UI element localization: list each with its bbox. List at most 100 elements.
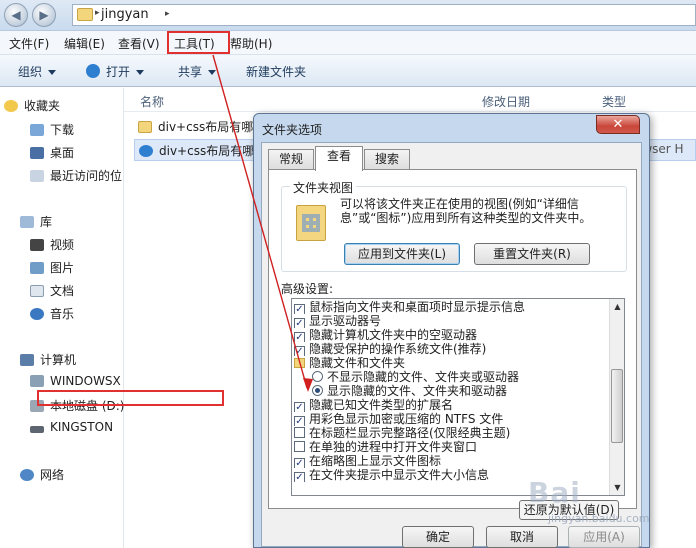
forward-arrow-icon[interactable]: ▶ — [32, 3, 56, 27]
setting-label: 鼠标指向文件夹和桌面项时显示提示信息 — [309, 300, 526, 314]
library-icon — [20, 216, 34, 228]
setting-group-label: 隐藏文件和文件夹 — [309, 356, 406, 370]
checkbox-checked[interactable]: ✓ — [294, 472, 305, 482]
checkbox-checked[interactable]: ✓ — [294, 458, 305, 468]
folder-icon — [294, 358, 305, 368]
checkbox-checked[interactable]: ✓ — [294, 332, 305, 342]
checkbox-checked[interactable]: ✓ — [294, 304, 305, 314]
nav-desktop-label: 桌面 — [50, 146, 75, 160]
scrollbar-thumb[interactable] — [611, 369, 623, 443]
chevron-down-icon — [48, 70, 57, 75]
folder-icon — [138, 121, 152, 133]
checkbox-unchecked[interactable] — [294, 441, 305, 452]
scroll-down-icon[interactable]: ▼ — [610, 480, 624, 495]
setting-row[interactable]: 在单独的进程中打开文件夹窗口 — [294, 440, 609, 454]
checkbox-unchecked[interactable] — [294, 427, 305, 438]
navigation-pane: 收藏夹 下载 桌面 最近访问的位 库 视频 图片 文档 音乐 计算机 WINDO… — [0, 88, 124, 548]
folder-views-description: 可以将该文件夹正在使用的视图(例如“详细信息”或“图标”)应用到所有这种类型的文… — [340, 197, 592, 225]
tab-search[interactable]: 搜索 — [364, 149, 410, 170]
nav-recent-label: 最近访问的位 — [50, 169, 123, 183]
advanced-settings-label: 高级设置: — [281, 282, 334, 296]
nav-favorites[interactable]: 收藏夹 — [4, 97, 128, 119]
setting-label: 隐藏计算机文件夹中的空驱动器 — [309, 328, 478, 342]
scroll-up-icon[interactable]: ▲ — [610, 299, 624, 314]
checkbox-checked[interactable]: ✓ — [294, 416, 305, 426]
setting-label: 不显示隐藏的文件、文件夹或驱动器 — [327, 370, 520, 384]
organize-label: 组织 — [18, 65, 43, 79]
nav-drive-kingston[interactable]: KINGSTON — [30, 420, 124, 442]
checkbox-checked[interactable]: ✓ — [294, 402, 305, 412]
setting-group-row: 隐藏文件和文件夹 — [294, 356, 609, 370]
apply-to-folders-button[interactable]: 应用到文件夹(L) — [344, 243, 460, 265]
nav-libraries-label: 库 — [40, 215, 53, 229]
new-folder-button[interactable]: 新建文件夹 — [246, 63, 306, 80]
nav-drive-windows-label: WINDOWSX — [50, 374, 121, 388]
hide-extensions-highlight — [37, 390, 224, 406]
breadcrumb-chevron-icon[interactable]: ▸ — [165, 9, 170, 19]
tools-menu-highlight — [167, 31, 230, 54]
file-name: div+css布局有哪 — [158, 120, 254, 134]
documents-icon — [30, 285, 44, 297]
column-header-name[interactable]: 名称 — [140, 93, 164, 117]
desktop-icon — [30, 147, 44, 159]
setting-row[interactable]: ✓ 在缩略图上显示文件图标 — [294, 454, 609, 468]
organize-button[interactable]: 组织 — [18, 63, 57, 80]
setting-label: 隐藏受保护的操作系统文件(推荐) — [309, 342, 487, 356]
reset-folders-button[interactable]: 重置文件夹(R) — [474, 243, 590, 265]
cancel-button[interactable]: 取消 — [486, 526, 558, 548]
dialog-body: 常规 查看 搜索 文件夹视图 可以将该文件夹正在使用的视图(例如“详细信息”或“… — [261, 142, 642, 548]
setting-label: 显示驱动器号 — [309, 314, 382, 328]
nav-favorites-label: 收藏夹 — [24, 99, 61, 113]
file-row[interactable]: div+css布局有哪 — [138, 118, 258, 140]
nav-pictures-label: 图片 — [50, 261, 75, 275]
tab-view[interactable]: 查看 — [315, 146, 363, 171]
radio-selected[interactable] — [312, 385, 323, 396]
share-button[interactable]: 共享 — [178, 63, 217, 80]
folder-options-dialog: 文件夹选项 ✕ 常规 查看 搜索 文件夹视图 可以将该文件夹正在使用的视图(例如… — [253, 113, 650, 548]
settings-scrollbar[interactable]: ▲ ▼ — [609, 299, 624, 495]
setting-row[interactable]: ✓ 隐藏受保护的操作系统文件(推荐) — [294, 342, 609, 356]
tab-general[interactable]: 常规 — [268, 149, 314, 170]
open-label: 打开 — [106, 65, 131, 79]
dialog-title: 文件夹选项 — [262, 123, 323, 137]
nav-computer-label: 计算机 — [40, 353, 77, 367]
address-bar[interactable]: ▸ jingyan ▸ — [72, 4, 696, 26]
setting-row[interactable]: 在标题栏显示完整路径(仅限经典主题) — [294, 426, 609, 440]
setting-row-hide-extensions[interactable]: ✓ 隐藏已知文件类型的扩展名 — [294, 398, 609, 412]
setting-row[interactable]: ✓ 显示驱动器号 — [294, 314, 609, 328]
open-button[interactable]: 打开 — [86, 63, 145, 80]
advanced-settings-list[interactable]: ✓ 鼠标指向文件夹和桌面项时显示提示信息 ✓ 显示驱动器号 ✓ 隐藏计算机文件夹中的空… — [291, 298, 625, 496]
menu-help[interactable]: 帮助(H) — [230, 35, 272, 52]
downloads-folder-icon — [30, 124, 44, 136]
nav-documents-label: 文档 — [50, 284, 75, 298]
computer-icon — [20, 354, 34, 366]
close-button[interactable]: ✕ — [596, 115, 640, 134]
close-icon: ✕ — [612, 117, 624, 132]
setting-row[interactable]: ✓ 用彩色显示加密或压缩的 NTFS 文件 — [294, 412, 609, 426]
menu-edit[interactable]: 编辑(E) — [64, 35, 105, 52]
header-divider — [124, 111, 696, 112]
share-label: 共享 — [178, 65, 203, 79]
menu-view[interactable]: 查看(V) — [118, 35, 160, 52]
nav-downloads-label: 下载 — [50, 123, 75, 137]
setting-row[interactable]: 显示隐藏的文件、文件夹和驱动器 — [312, 384, 624, 398]
setting-row[interactable]: 不显示隐藏的文件、文件夹或驱动器 — [312, 370, 624, 384]
menu-file[interactable]: 文件(F) — [9, 35, 49, 52]
back-arrow-icon[interactable]: ◀ — [4, 3, 28, 27]
ok-button[interactable]: 确定 — [402, 526, 474, 548]
star-icon — [4, 100, 18, 112]
menu-bar: 文件(F) 编辑(E) 查看(V) 工具(T) 帮助(H) — [0, 31, 696, 55]
address-path[interactable]: jingyan — [101, 7, 149, 22]
radio-unselected[interactable] — [312, 371, 323, 382]
video-icon — [30, 239, 44, 251]
checkbox-checked[interactable]: ✓ — [294, 318, 305, 328]
setting-label: 隐藏已知文件类型的扩展名 — [309, 398, 454, 412]
view-tab-page: 文件夹视图 可以将该文件夹正在使用的视图(例如“详细信息”或“图标”)应用到所有… — [268, 169, 637, 520]
setting-row[interactable]: ✓ 鼠标指向文件夹和桌面项时显示提示信息 — [294, 300, 609, 314]
nav-recent[interactable]: 最近访问的位 — [30, 167, 124, 189]
music-icon — [30, 308, 44, 320]
setting-label: 在标题栏显示完整路径(仅限经典主题) — [309, 426, 511, 440]
setting-row[interactable]: ✓ 隐藏计算机文件夹中的空驱动器 — [294, 328, 609, 342]
checkbox-checked[interactable]: ✓ — [294, 346, 305, 356]
apply-button[interactable]: 应用(A) — [568, 526, 640, 548]
